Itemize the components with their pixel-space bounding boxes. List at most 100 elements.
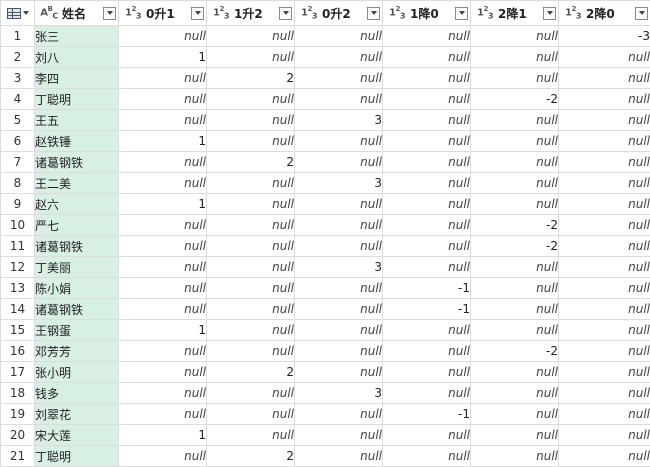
- number-type-icon[interactable]: 123: [122, 5, 144, 20]
- value-cell[interactable]: null: [559, 47, 650, 68]
- row-number[interactable]: 5: [1, 110, 35, 131]
- value-cell[interactable]: null: [207, 173, 295, 194]
- value-cell[interactable]: null: [295, 89, 383, 110]
- value-cell[interactable]: null: [119, 341, 207, 362]
- row-number[interactable]: 6: [1, 131, 35, 152]
- value-cell[interactable]: null: [559, 425, 650, 446]
- value-cell[interactable]: null: [471, 257, 559, 278]
- row-number[interactable]: 18: [1, 383, 35, 404]
- name-cell[interactable]: 李四: [35, 68, 119, 89]
- value-cell[interactable]: null: [383, 383, 471, 404]
- row-number[interactable]: 17: [1, 362, 35, 383]
- filter-dropdown-icon[interactable]: [103, 7, 116, 20]
- value-cell[interactable]: null: [383, 320, 471, 341]
- value-cell[interactable]: null: [471, 383, 559, 404]
- value-cell[interactable]: null: [559, 299, 650, 320]
- value-cell[interactable]: 2: [207, 446, 295, 467]
- row-number[interactable]: 13: [1, 278, 35, 299]
- value-cell[interactable]: null: [295, 425, 383, 446]
- filter-dropdown-icon[interactable]: [635, 7, 648, 20]
- value-cell[interactable]: null: [471, 194, 559, 215]
- name-cell[interactable]: 赵六: [35, 194, 119, 215]
- column-header-6[interactable]: 1232降0: [559, 1, 650, 26]
- value-cell[interactable]: null: [383, 362, 471, 383]
- name-cell[interactable]: 王五: [35, 110, 119, 131]
- value-cell[interactable]: null: [295, 26, 383, 47]
- row-number[interactable]: 10: [1, 215, 35, 236]
- value-cell[interactable]: null: [119, 236, 207, 257]
- row-number[interactable]: 21: [1, 446, 35, 467]
- value-cell[interactable]: null: [295, 320, 383, 341]
- value-cell[interactable]: null: [207, 299, 295, 320]
- name-cell[interactable]: 刘八: [35, 47, 119, 68]
- value-cell[interactable]: null: [207, 320, 295, 341]
- value-cell[interactable]: null: [119, 446, 207, 467]
- value-cell[interactable]: null: [383, 26, 471, 47]
- value-cell[interactable]: null: [471, 362, 559, 383]
- name-cell[interactable]: 王二美: [35, 173, 119, 194]
- value-cell[interactable]: null: [383, 131, 471, 152]
- value-cell[interactable]: null: [383, 194, 471, 215]
- value-cell[interactable]: null: [383, 173, 471, 194]
- value-cell[interactable]: 1: [119, 47, 207, 68]
- value-cell[interactable]: null: [295, 362, 383, 383]
- value-cell[interactable]: null: [119, 383, 207, 404]
- value-cell[interactable]: null: [383, 236, 471, 257]
- value-cell[interactable]: null: [559, 257, 650, 278]
- value-cell[interactable]: null: [119, 110, 207, 131]
- value-cell[interactable]: 1: [119, 320, 207, 341]
- value-cell[interactable]: null: [559, 131, 650, 152]
- value-cell[interactable]: null: [119, 299, 207, 320]
- value-cell[interactable]: 1: [119, 425, 207, 446]
- value-cell[interactable]: null: [119, 362, 207, 383]
- value-cell[interactable]: null: [559, 194, 650, 215]
- value-cell[interactable]: null: [295, 236, 383, 257]
- value-cell[interactable]: null: [471, 173, 559, 194]
- value-cell[interactable]: null: [383, 110, 471, 131]
- value-cell[interactable]: null: [383, 446, 471, 467]
- row-number[interactable]: 20: [1, 425, 35, 446]
- value-cell[interactable]: null: [295, 68, 383, 89]
- value-cell[interactable]: 3: [295, 110, 383, 131]
- value-cell[interactable]: null: [559, 446, 650, 467]
- filter-dropdown-icon[interactable]: [543, 7, 556, 20]
- value-cell[interactable]: null: [471, 404, 559, 425]
- filter-dropdown-icon[interactable]: [191, 7, 204, 20]
- value-cell[interactable]: null: [119, 26, 207, 47]
- value-cell[interactable]: null: [119, 152, 207, 173]
- filter-dropdown-icon[interactable]: [367, 7, 380, 20]
- name-cell[interactable]: 张三: [35, 26, 119, 47]
- name-cell[interactable]: 邓芳芳: [35, 341, 119, 362]
- name-cell[interactable]: 丁聪明: [35, 89, 119, 110]
- value-cell[interactable]: null: [383, 425, 471, 446]
- value-cell[interactable]: -1: [383, 299, 471, 320]
- number-type-icon[interactable]: 123: [298, 5, 320, 20]
- filter-dropdown-icon[interactable]: [455, 7, 468, 20]
- value-cell[interactable]: 1: [119, 194, 207, 215]
- name-cell[interactable]: 钱多: [35, 383, 119, 404]
- value-cell[interactable]: null: [295, 47, 383, 68]
- value-cell[interactable]: 3: [295, 173, 383, 194]
- column-header-3[interactable]: 1230升2: [295, 1, 383, 26]
- value-cell[interactable]: null: [207, 341, 295, 362]
- name-cell[interactable]: 诸葛钢铁: [35, 236, 119, 257]
- number-type-icon[interactable]: 123: [210, 5, 232, 20]
- row-number[interactable]: 9: [1, 194, 35, 215]
- value-cell[interactable]: null: [383, 341, 471, 362]
- column-header-5[interactable]: 1232降1: [471, 1, 559, 26]
- value-cell[interactable]: null: [559, 320, 650, 341]
- column-header-0[interactable]: ABC姓名: [35, 1, 119, 26]
- value-cell[interactable]: null: [559, 341, 650, 362]
- name-cell[interactable]: 刘翠花: [35, 404, 119, 425]
- value-cell[interactable]: 3: [295, 383, 383, 404]
- value-cell[interactable]: null: [295, 194, 383, 215]
- value-cell[interactable]: null: [295, 446, 383, 467]
- value-cell[interactable]: null: [559, 89, 650, 110]
- value-cell[interactable]: 2: [207, 68, 295, 89]
- number-type-icon[interactable]: 123: [474, 5, 496, 20]
- value-cell[interactable]: -1: [383, 278, 471, 299]
- value-cell[interactable]: null: [207, 404, 295, 425]
- value-cell[interactable]: 2: [207, 362, 295, 383]
- value-cell[interactable]: null: [207, 131, 295, 152]
- value-cell[interactable]: null: [471, 26, 559, 47]
